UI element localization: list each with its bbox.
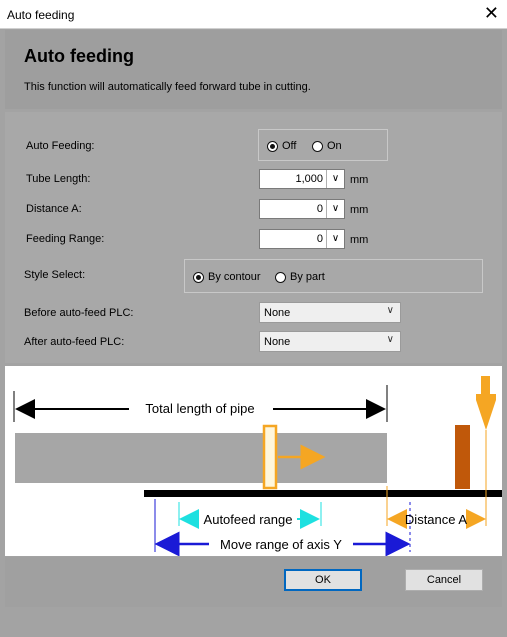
feeding-diagram-svg: Total length of pipe Autofeed range Dist…: [13, 376, 502, 557]
feeding-range-value: 0: [316, 233, 323, 245]
machine-bed: [144, 490, 502, 497]
tube-length-unit: mm: [350, 174, 369, 186]
feeding-range-label: Feeding Range:: [26, 233, 105, 245]
tube-length-label: Tube Length:: [26, 173, 91, 185]
auto-feeding-off-radio[interactable]: Off: [267, 140, 296, 152]
tube-length-value: 1,000: [295, 173, 323, 185]
chevron-down-icon[interactable]: ∨: [326, 230, 344, 248]
after-plc-select[interactable]: None ∨: [259, 331, 401, 352]
distance-a-value: 0: [316, 203, 323, 215]
cancel-button[interactable]: Cancel: [405, 569, 483, 591]
radio-unchecked-icon: [312, 140, 323, 152]
move-range-label: Move range of axis Y: [220, 537, 342, 552]
feeding-range-field[interactable]: 0 ∨: [259, 229, 345, 249]
window-title: Auto feeding: [7, 8, 75, 22]
dialog-header: Auto feeding This function will automati…: [5, 30, 502, 109]
pipe-body: [15, 433, 387, 483]
after-plc-value: None: [264, 336, 291, 348]
autofeed-range-label: Autofeed range: [204, 512, 293, 527]
style-select-label: Style Select:: [24, 269, 86, 281]
cutter-head: [481, 376, 490, 396]
settings-panel: Auto Feeding: Off On Tube Length: 1,000 …: [5, 112, 502, 363]
total-length-label: Total length of pipe: [145, 401, 254, 416]
auto-feeding-group: Off On: [258, 129, 388, 161]
after-plc-label: After auto-feed PLC:: [24, 336, 125, 348]
chevron-down-icon[interactable]: ∨: [326, 200, 344, 218]
style-by-part-radio[interactable]: By part: [275, 271, 325, 283]
distance-a-label: Distance A:: [26, 203, 82, 215]
window-titlebar: Auto feeding ✕: [0, 0, 507, 29]
ok-button[interactable]: OK: [284, 569, 362, 591]
auto-feeding-off-label: Off: [282, 140, 297, 152]
radio-unchecked-icon: [275, 271, 286, 283]
style-select-group: By contour By part: [184, 259, 483, 293]
style-by-contour-radio[interactable]: By contour: [193, 271, 261, 283]
radio-checked-icon: [193, 271, 204, 283]
style-by-contour-label: By contour: [208, 271, 261, 283]
feeding-clamp: [262, 424, 278, 490]
chevron-down-icon: ∨: [386, 334, 394, 345]
before-plc-value: None: [264, 307, 291, 319]
close-icon[interactable]: ✕: [484, 3, 499, 23]
distance-a-field[interactable]: 0 ∨: [259, 199, 345, 219]
auto-feeding-on-label: On: [327, 140, 342, 152]
cutter-arrow-icon: [476, 394, 496, 430]
feeding-range-unit: mm: [350, 234, 369, 246]
dialog-footer: OK Cancel: [5, 557, 502, 607]
before-plc-select[interactable]: None ∨: [259, 302, 401, 323]
chevron-down-icon: ∨: [386, 305, 394, 316]
page-title: Auto feeding: [24, 46, 134, 66]
before-plc-label: Before auto-feed PLC:: [24, 307, 134, 319]
chevron-down-icon[interactable]: ∨: [326, 170, 344, 188]
auto-feeding-on-radio[interactable]: On: [312, 140, 342, 152]
style-by-part-label: By part: [290, 271, 325, 283]
distance-a-diagram-label: Distance A: [405, 512, 467, 527]
feeding-diagram: Total length of pipe Autofeed range Dist…: [5, 366, 502, 557]
distance-a-unit: mm: [350, 204, 369, 216]
page-description: This function will automatically feed fo…: [24, 81, 311, 93]
radio-checked-icon: [267, 140, 278, 152]
chuck-block: [455, 425, 470, 489]
auto-feeding-label: Auto Feeding:: [26, 140, 95, 152]
tube-length-field[interactable]: 1,000 ∨: [259, 169, 345, 189]
